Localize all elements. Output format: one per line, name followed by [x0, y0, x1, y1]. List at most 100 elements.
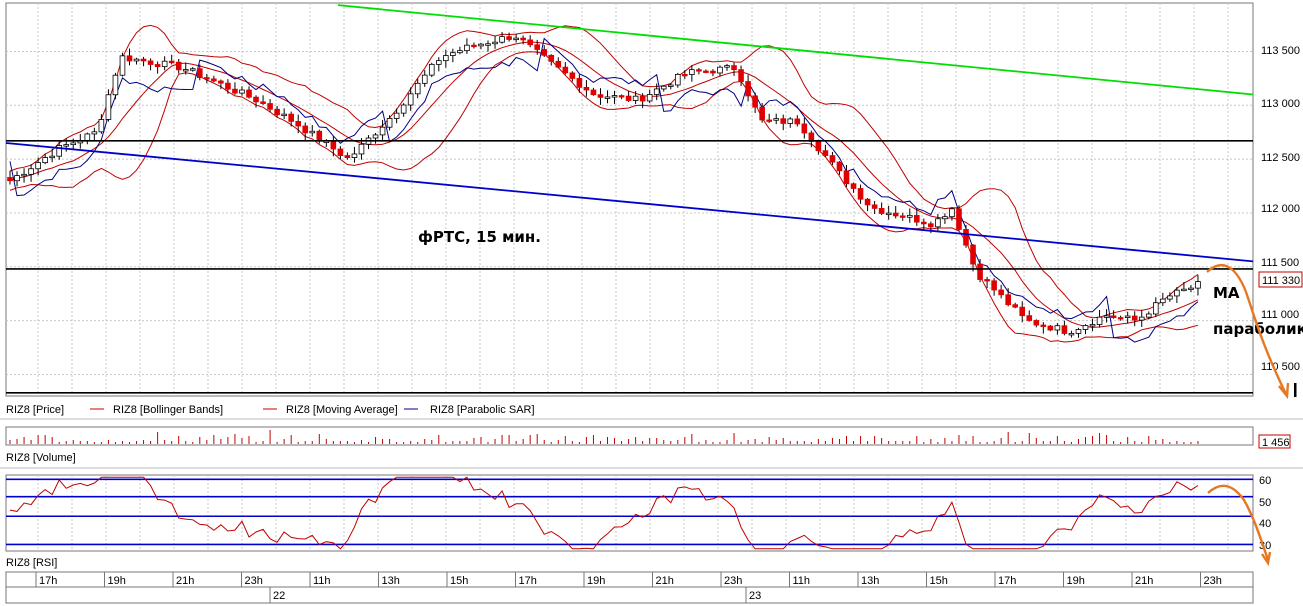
- bull-candle: [1096, 316, 1103, 325]
- bear-candle: [253, 96, 259, 103]
- bear-candle: [506, 36, 512, 40]
- bull-candle: [632, 95, 639, 101]
- last-price-label: 111 330: [1262, 275, 1300, 287]
- bull-candle: [414, 82, 421, 95]
- y-tick-label: 113 000: [1261, 98, 1300, 110]
- hour-label: 21h: [176, 575, 194, 587]
- bull-candle: [358, 143, 365, 155]
- chart-title: фРТС, 15 мин.: [418, 228, 541, 246]
- bull-candle: [98, 119, 105, 133]
- hour-label: 13h: [382, 575, 400, 587]
- bear-candle: [520, 37, 526, 41]
- bull-candle: [182, 69, 189, 72]
- bull-candle: [112, 74, 119, 96]
- hour-label: 17h: [998, 575, 1016, 587]
- bear-candle: [337, 148, 344, 156]
- bull-candle: [1082, 325, 1089, 330]
- bear-candle: [140, 58, 147, 62]
- bull-candle: [14, 175, 20, 182]
- bull-candle: [464, 44, 470, 52]
- bear-candle: [471, 44, 477, 48]
- bull-candle: [28, 168, 34, 175]
- bear-candle: [857, 188, 864, 200]
- bear-candle: [154, 64, 161, 68]
- bull-candle: [400, 104, 407, 114]
- y-tick-label: 113 500: [1261, 45, 1300, 57]
- bear-candle: [1131, 315, 1138, 321]
- price-legend: RIZ8 [Price] RIZ8 [Bollinger Bands] RIZ8…: [6, 404, 535, 416]
- bull-candle: [91, 131, 98, 135]
- bull-candle: [457, 50, 463, 54]
- rsi-pane: [5, 474, 1254, 552]
- annotation-ma: MA: [1213, 284, 1240, 302]
- bear-candle: [534, 44, 541, 50]
- rsi-tick-label: 60: [1259, 475, 1271, 487]
- date-axis: [5, 586, 1254, 604]
- bear-candle: [527, 39, 533, 46]
- legend-price: RIZ8 [Price]: [6, 404, 64, 416]
- bull-candle: [787, 118, 794, 124]
- bull-candle: [646, 94, 653, 102]
- bear-candle: [1040, 324, 1047, 327]
- rsi-tick-label: 50: [1259, 497, 1271, 509]
- bull-candle: [906, 214, 913, 218]
- bull-candle: [351, 153, 358, 158]
- bear-candle: [1005, 294, 1011, 306]
- hour-label: 11h: [793, 575, 811, 587]
- bull-candle: [161, 60, 168, 68]
- bull-candle: [492, 41, 498, 45]
- hour-label: 23h: [1204, 575, 1222, 587]
- bear-candle: [710, 70, 716, 74]
- y-tick-label: 111 500: [1261, 257, 1299, 269]
- bear-candle: [963, 229, 969, 246]
- bull-candle: [1167, 295, 1173, 300]
- price-pane: [5, 2, 1254, 397]
- bear-candle: [175, 61, 182, 71]
- bear-candle: [288, 113, 294, 122]
- bull-candle: [1145, 313, 1152, 318]
- bear-candle: [977, 263, 983, 280]
- bull-candle: [1124, 315, 1131, 318]
- y-tick-label: 110 500: [1261, 361, 1300, 373]
- hour-label: 19h: [1067, 575, 1085, 587]
- bull-candle: [611, 95, 618, 98]
- bear-candle: [1047, 325, 1054, 331]
- bull-candle: [485, 43, 491, 46]
- hour-label: 19h: [108, 575, 126, 587]
- bull-candle: [133, 58, 140, 62]
- bull-candle: [499, 36, 505, 43]
- bear-candle: [703, 70, 709, 73]
- hour-label: 13h: [861, 575, 879, 587]
- bear-candle: [815, 141, 822, 152]
- bull-candle: [372, 134, 379, 139]
- y-tick-label: 112 000: [1261, 203, 1300, 215]
- bear-candle: [7, 177, 13, 182]
- bull-candle: [450, 52, 456, 56]
- bear-candle: [745, 81, 751, 97]
- bull-candle: [421, 74, 428, 84]
- legend-ma: RIZ8 [Moving Average]: [286, 404, 398, 416]
- bull-candle: [1181, 288, 1187, 292]
- chart-stage: 113 500 113 000 112 500 112 000 111 500 …: [0, 2, 1303, 604]
- day-label: 23: [749, 590, 761, 602]
- hour-label: 23h: [245, 575, 263, 587]
- bear-candle: [998, 289, 1004, 296]
- bear-candle: [843, 170, 850, 185]
- bear-candle: [316, 130, 323, 142]
- bull-candle: [435, 60, 442, 65]
- hour-label: 23h: [724, 575, 742, 587]
- bear-candle: [899, 215, 906, 218]
- cursor-marker: [1294, 383, 1297, 397]
- bear-candle: [218, 80, 224, 84]
- bull-candle: [1152, 302, 1159, 315]
- bull-candle: [386, 118, 393, 128]
- bear-candle: [864, 198, 871, 206]
- bull-candle: [935, 218, 941, 228]
- rsi-tick-label: 40: [1259, 518, 1271, 530]
- bear-candle: [541, 49, 548, 56]
- legend-sar: RIZ8 [Parabolic SAR]: [430, 404, 535, 416]
- bull-candle: [653, 88, 660, 95]
- bear-candle: [836, 161, 843, 172]
- bear-candle: [295, 121, 302, 127]
- bear-candle: [1019, 306, 1026, 317]
